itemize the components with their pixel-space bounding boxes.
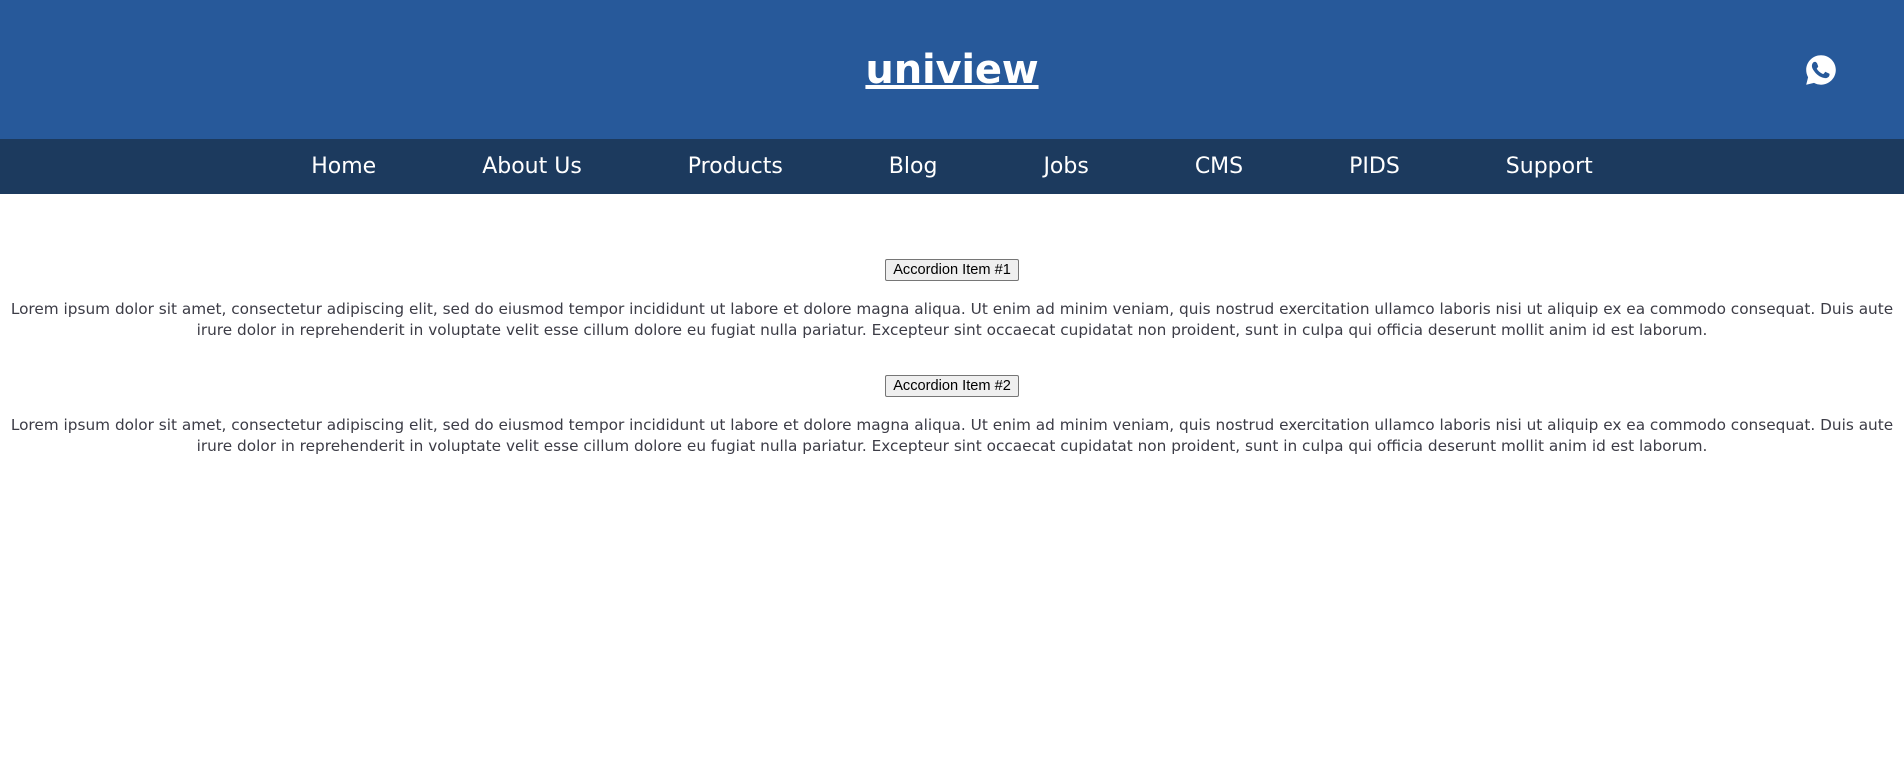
accordion-body-text-2: Lorem ipsum dolor sit amet, consectetur …: [10, 415, 1894, 455]
nav-link-cms[interactable]: CMS: [1142, 139, 1296, 194]
spacer-between-sections: [0, 341, 1904, 369]
accordion-section-2: Accordion Item #2 Lorem ipsum dolor sit …: [0, 369, 1904, 457]
accordion-toggle-button-2[interactable]: Accordion Item #2: [885, 374, 1019, 397]
site-header: uniview: [0, 0, 1904, 139]
spacer-after-button-2: [0, 397, 1904, 415]
whatsapp-icon[interactable]: [1804, 53, 1838, 87]
accordion-body-1: Lorem ipsum dolor sit amet, consectetur …: [0, 299, 1904, 341]
accordion-header-1: Accordion Item #1: [0, 253, 1904, 281]
nav-item-about-us[interactable]: About Us: [429, 139, 635, 194]
nav-link-support[interactable]: Support: [1453, 139, 1646, 194]
brand-logo[interactable]: uniview: [865, 50, 1038, 90]
nav-item-pids[interactable]: PIDS: [1296, 139, 1453, 194]
nav-item-blog[interactable]: Blog: [836, 139, 991, 194]
accordion-body-2: Lorem ipsum dolor sit amet, consectetur …: [0, 415, 1904, 457]
nav-item-jobs[interactable]: Jobs: [990, 139, 1141, 194]
nav-link-home[interactable]: Home: [258, 139, 429, 194]
nav-link-pids[interactable]: PIDS: [1296, 139, 1453, 194]
accordion: Accordion Item #1 Lorem ipsum dolor sit …: [0, 194, 1904, 457]
accordion-header-2: Accordion Item #2: [0, 369, 1904, 397]
main-navigation: Home About Us Products Blog Jobs CMS PID…: [0, 139, 1904, 194]
nav-link-blog[interactable]: Blog: [836, 139, 991, 194]
nav-item-products[interactable]: Products: [635, 139, 836, 194]
spacer-top: [0, 194, 1904, 253]
nav-item-support[interactable]: Support: [1453, 139, 1646, 194]
page-main: Accordion Item #1 Lorem ipsum dolor sit …: [0, 194, 1904, 457]
nav-link-products[interactable]: Products: [635, 139, 836, 194]
nav-link-jobs[interactable]: Jobs: [990, 139, 1141, 194]
spacer-after-button-1: [0, 281, 1904, 299]
nav-item-cms[interactable]: CMS: [1142, 139, 1296, 194]
accordion-body-text-1: Lorem ipsum dolor sit amet, consectetur …: [10, 300, 1894, 339]
accordion-section-1: Accordion Item #1 Lorem ipsum dolor sit …: [0, 253, 1904, 341]
nav-link-about-us[interactable]: About Us: [429, 139, 635, 194]
nav-list: Home About Us Products Blog Jobs CMS PID…: [258, 139, 1646, 194]
nav-item-home[interactable]: Home: [258, 139, 429, 194]
accordion-toggle-button-1[interactable]: Accordion Item #1: [885, 259, 1019, 281]
